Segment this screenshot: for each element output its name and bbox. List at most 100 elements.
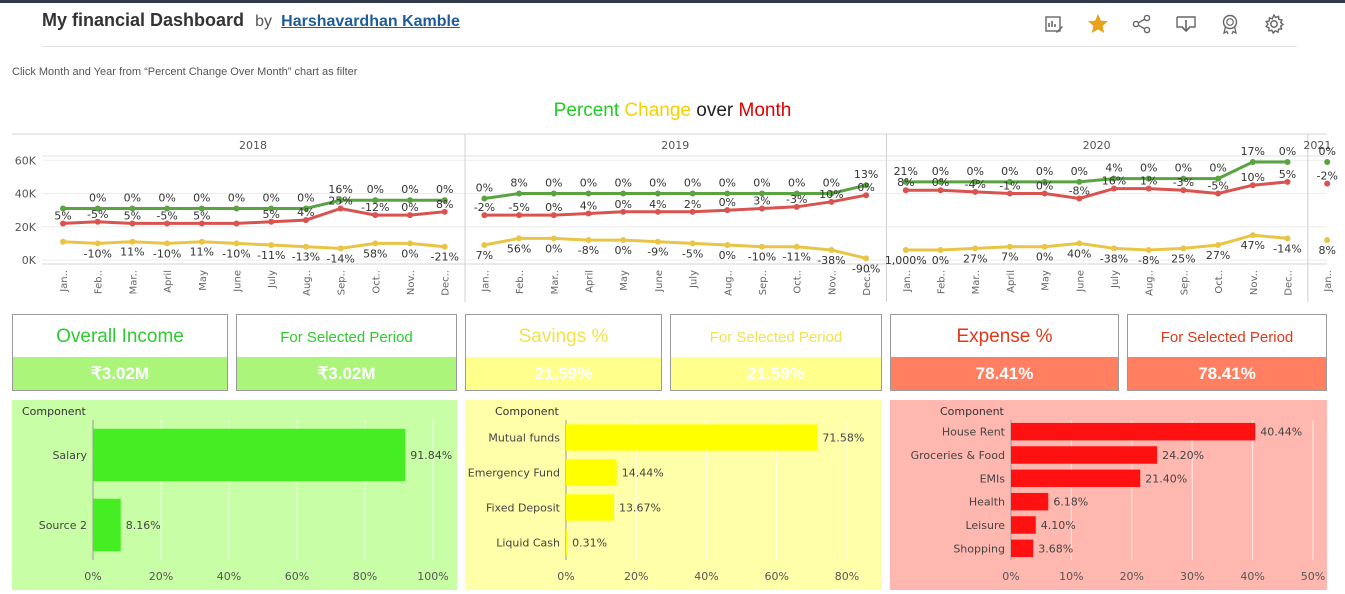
series-line (905, 160, 1288, 184)
author-link[interactable]: Harshavardhan Kamble (281, 13, 460, 30)
month-tick-label: Nov.. (827, 270, 838, 295)
bar-value-label: 91.84% (410, 449, 452, 462)
data-label: 0% (719, 196, 736, 209)
percent-change-line-chart[interactable]: 60K40K20K0K2018 2019 2020 2021Jan.. Feb.. Mar… (0, 130, 1345, 306)
data-label: 0% (932, 254, 949, 267)
favorite-star-icon[interactable] (1086, 12, 1110, 36)
data-point (441, 243, 448, 250)
month-tick-label: Mar.. (128, 270, 139, 294)
data-point (902, 247, 909, 254)
category-label: Health (969, 496, 1005, 509)
data-label: 8% (436, 198, 453, 211)
kpi-expense[interactable]: Expense % 78.41% (890, 314, 1119, 391)
data-label: 8% (1318, 244, 1335, 257)
data-label: -11% (782, 251, 810, 264)
data-label: -10% (153, 247, 181, 260)
series-line (905, 233, 1288, 252)
data-point (1006, 243, 1013, 250)
bar (566, 424, 818, 451)
title-word-percent: Percent (553, 100, 620, 121)
data-label: -13% (292, 251, 320, 264)
data-label: 0% (1175, 162, 1192, 175)
badge-icon[interactable] (1218, 12, 1242, 36)
percent-change-title: Percent Change over Month (0, 100, 1345, 122)
data-label: 0% (580, 177, 597, 190)
data-label: -8% (1069, 185, 1090, 198)
data-label: 0% (193, 191, 210, 204)
x-tick-label: 40% (1240, 570, 1264, 583)
data-point (1180, 245, 1187, 252)
bar-value-label: 3.68% (1038, 542, 1073, 555)
category-header: Component (495, 405, 560, 418)
settings-icon[interactable] (1262, 12, 1286, 36)
kpi-label: For Selected Period (1128, 315, 1326, 359)
month-tick-label: Nov.. (406, 270, 417, 295)
data-point (937, 247, 944, 254)
month-tick-label: Oct.. (1214, 270, 1225, 294)
data-point (198, 238, 205, 245)
bar (566, 494, 615, 521)
data-point (1145, 247, 1152, 254)
category-header: Component (22, 405, 87, 418)
month-tick-label: June (654, 270, 665, 293)
data-label: 0% (932, 176, 949, 189)
category-header: Component (940, 405, 1005, 418)
data-label: 1,000% (885, 254, 927, 267)
data-label: 0% (1140, 162, 1157, 175)
expense-component-chart[interactable]: Component 0% 10% 20% 30% 40% 50% House Rent 40.4… (890, 400, 1327, 590)
income-component-chart[interactable]: Component 0% 20% 40% 60% 80% 100% Salary 91.84% S… (12, 400, 457, 590)
kpi-value: 21.59% (671, 357, 881, 390)
kpi-expense-selected-period[interactable]: For Selected Period 78.41% (1127, 314, 1327, 391)
savings-component-chart[interactable]: Component 0% 20% 40% 60% 80% Mutual funds 71.58… (465, 400, 882, 590)
data-label: 56% (507, 242, 531, 255)
data-label: -10% (748, 251, 776, 264)
data-point (129, 238, 136, 245)
month-tick-label: Dec.. (1284, 270, 1295, 296)
data-label: 0% (1279, 145, 1296, 158)
data-label: 0% (545, 177, 562, 190)
category-label: Fixed Deposit (486, 502, 561, 515)
category-label: Groceries & Food (911, 449, 1005, 462)
data-label: 5% (262, 208, 279, 221)
share-icon[interactable] (1130, 12, 1154, 36)
data-label: -10% (222, 247, 250, 260)
month-tick-label: Feb.. (937, 270, 948, 294)
data-point (407, 240, 413, 247)
data-guide-icon[interactable] (1042, 12, 1066, 36)
panel-background (12, 400, 457, 590)
data-label: 7% (476, 249, 493, 262)
data-label: -10% (83, 247, 111, 260)
bar-value-label: 0.31% (572, 537, 607, 550)
data-label: 5% (193, 209, 210, 222)
data-label: 4% (1105, 162, 1122, 175)
data-label: 11% (120, 246, 144, 259)
byline-text: by (255, 13, 273, 30)
star-shape (1088, 14, 1108, 33)
data-label: 0% (545, 242, 562, 255)
month-tick-label: Oct.. (793, 270, 804, 294)
month-tick-label: June (233, 270, 244, 293)
x-tick-label: 20% (149, 570, 173, 583)
month-tick-label: Feb.. (94, 270, 105, 294)
data-point (302, 243, 309, 250)
kpi-savings[interactable]: Savings % 21.59% (465, 314, 662, 391)
data-point (550, 190, 557, 197)
data-label: 1% (1140, 175, 1157, 188)
kpi-income-selected-period[interactable]: For Selected Period ₹3.02M (236, 314, 457, 391)
title-word-over: over (696, 100, 734, 121)
data-label: 3% (753, 194, 770, 207)
x-tick-label: 0% (84, 570, 101, 583)
data-point (654, 238, 661, 245)
month-tick-label: Sep.. (758, 270, 769, 295)
data-label: 0% (545, 201, 562, 214)
kpi-savings-selected-period[interactable]: For Selected Period 21.59% (670, 314, 882, 391)
data-label: -8% (1138, 254, 1159, 267)
top-accent-line (0, 0, 1345, 3)
kpi-overall-income[interactable]: Overall Income ₹3.02M (12, 314, 228, 391)
y-tick-label: 0K (22, 254, 37, 267)
bar (1011, 422, 1256, 441)
data-label: -38% (1100, 252, 1128, 265)
data-label: 11% (190, 246, 214, 259)
data-label: -2% (1316, 170, 1337, 183)
download-icon[interactable] (1174, 12, 1198, 36)
